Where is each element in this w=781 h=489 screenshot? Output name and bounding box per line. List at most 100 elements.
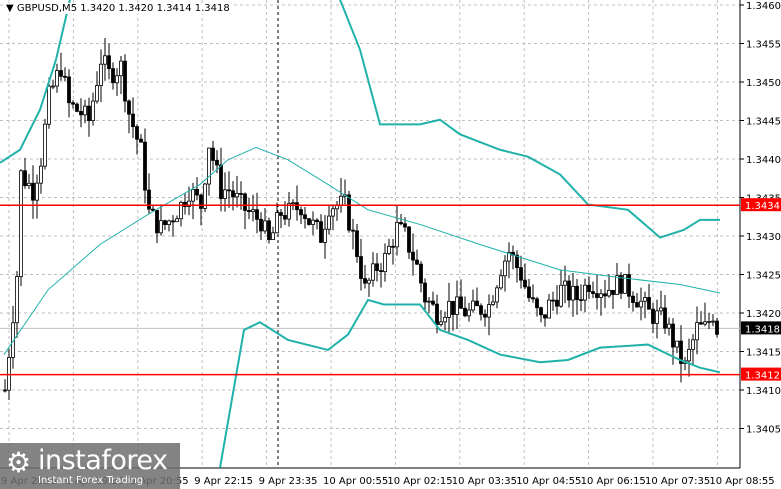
logo-brand: instaforex: [38, 445, 168, 476]
candle-body: [691, 339, 695, 350]
candle-body: [371, 263, 375, 281]
candle-body: [535, 298, 539, 309]
candle-body: [667, 323, 671, 329]
candle: [307, 218, 311, 226]
candle-body: [375, 263, 379, 271]
candle: [583, 278, 587, 313]
candle: [703, 302, 707, 327]
candle-body: [147, 189, 151, 210]
candle-body: [359, 256, 363, 279]
candle-body: [51, 85, 55, 88]
candle: [575, 278, 579, 315]
candle-body: [291, 202, 295, 205]
candle: [531, 284, 535, 303]
candle: [275, 202, 279, 234]
candle-body: [655, 310, 659, 324]
candle: [203, 182, 207, 213]
candle: [207, 147, 211, 196]
y-tick-label: 1.3410: [746, 386, 781, 397]
candle-body: [471, 300, 475, 311]
candle-body: [135, 126, 139, 140]
candle: [467, 302, 471, 322]
y-tick-label: 1.3460: [746, 1, 781, 12]
candle-body: [351, 229, 355, 232]
candle-body: [151, 208, 155, 211]
candle-body: [319, 221, 323, 243]
candle: [535, 296, 539, 317]
candle: [171, 215, 175, 237]
candle: [359, 238, 363, 291]
candle: [663, 294, 667, 334]
candle-body: [631, 295, 635, 303]
candle: [419, 261, 423, 293]
candle-body: [3, 389, 7, 392]
x-tick-label: 9 Apr 22:15: [194, 476, 253, 487]
candle-body: [159, 220, 163, 234]
candle-body: [139, 138, 143, 143]
candle: [691, 334, 695, 365]
candle: [351, 218, 355, 250]
candle: [371, 252, 375, 287]
candle: [423, 278, 427, 313]
candle-body: [715, 320, 719, 335]
bollinger-lower-band: [219, 298, 721, 468]
candle: [75, 102, 79, 113]
collapse-icon[interactable]: ▼: [6, 3, 17, 14]
candle-body: [207, 147, 211, 185]
candle: [655, 299, 659, 339]
candle: [527, 278, 531, 303]
candle: [123, 54, 127, 113]
candle-body: [19, 170, 23, 277]
candle-body: [87, 105, 91, 121]
y-tick-label: 1.3415: [746, 348, 781, 359]
candle: [595, 274, 599, 310]
candle: [87, 97, 91, 137]
candle-body: [579, 299, 583, 301]
candle-body: [271, 232, 275, 241]
candle-body: [707, 321, 711, 323]
candle: [51, 79, 55, 90]
y-tick-label: 1.3425: [746, 271, 781, 282]
candle-body: [311, 219, 315, 225]
candle: [543, 314, 547, 327]
candle-body: [611, 289, 615, 295]
candle-body: [327, 215, 331, 230]
candle: [15, 271, 19, 338]
candle-body: [323, 228, 327, 243]
price-chart[interactable]: 1.34601.34551.34501.34451.34401.34351.34…: [0, 0, 781, 489]
y-tick-label: 1.3445: [746, 117, 781, 128]
candle-body: [95, 85, 99, 102]
candle-body: [43, 123, 47, 167]
candle: [667, 317, 671, 336]
candle: [79, 98, 83, 128]
candle: [3, 379, 7, 393]
candle-body: [107, 55, 111, 69]
gear-logo-icon: ⚙: [6, 446, 32, 479]
candle: [139, 134, 143, 143]
candle-body: [63, 75, 67, 78]
candle-body: [687, 348, 691, 362]
candle-body: [255, 209, 259, 220]
candle-body: [435, 303, 439, 325]
candle: [63, 67, 67, 82]
candle-body: [423, 282, 427, 303]
candle: [475, 287, 479, 307]
candle: [243, 192, 247, 230]
candle: [483, 309, 487, 327]
candle: [711, 314, 715, 327]
candle: [679, 325, 683, 383]
candle: [263, 208, 267, 234]
candle: [271, 226, 275, 241]
candle: [619, 272, 623, 299]
y-tick-label: 1.3440: [746, 155, 781, 166]
candle-body: [115, 75, 119, 84]
candle: [607, 274, 611, 298]
candle-body: [415, 259, 419, 265]
candle-body: [295, 202, 299, 211]
candle-body: [627, 274, 631, 297]
candle-body: [79, 110, 83, 116]
candle-body: [567, 280, 571, 301]
candle-body: [599, 293, 603, 298]
candle-body: [143, 141, 147, 191]
candle: [479, 303, 483, 321]
